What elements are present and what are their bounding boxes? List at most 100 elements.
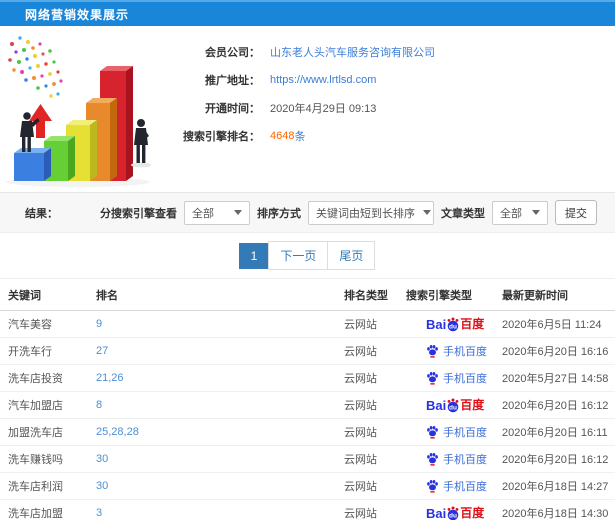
mobile-baidu-label: 手机百度 xyxy=(443,346,487,358)
filter-bar: 结果： 分搜索引擎查看 全部 排序方式 关键词由短到长排序 文章类型 全部 提交 xyxy=(0,192,615,233)
keyword-cell: 汽车加盟店 xyxy=(8,400,63,412)
col-rank-type: 排名类型 xyxy=(344,289,388,302)
rank-cell[interactable]: 25,28,28 xyxy=(96,426,344,438)
chevron-down-icon xyxy=(532,210,540,215)
page-1-button[interactable]: 1 xyxy=(238,242,270,269)
baidu-paw-icon: du xyxy=(447,398,459,412)
mobile-baidu-paw-icon xyxy=(427,345,438,358)
keyword-cell: 汽车美容 xyxy=(8,319,52,331)
article-type-select[interactable]: 全部 xyxy=(492,200,548,225)
bar-chart-growth-illustration xyxy=(0,26,182,190)
rank-type-cell: 云网站 xyxy=(344,373,377,385)
chevron-down-icon xyxy=(234,210,242,215)
update-time-cell: 2020年6月5日 11:24 xyxy=(502,319,602,331)
rank-cell[interactable]: 30 xyxy=(96,480,344,492)
engine-cell: 手机百度 xyxy=(406,424,502,440)
keyword-cell: 加盟洗车店 xyxy=(8,427,63,439)
rank-count-unit: 条 xyxy=(294,131,306,143)
keyword-cell: 洗车店投资 xyxy=(8,373,63,385)
mobile-baidu-paw-icon xyxy=(427,480,438,493)
update-time-cell: 2020年6月20日 16:12 xyxy=(502,400,609,412)
baidu-logo: Bai du 百度 xyxy=(426,506,484,520)
engine-cell: 手机百度 xyxy=(406,370,502,386)
mobile-baidu-logo: 手机百度 xyxy=(426,424,487,440)
svg-text:du: du xyxy=(449,512,457,519)
last-page-button[interactable]: 尾页 xyxy=(327,241,376,270)
article-type-value: 全部 xyxy=(500,207,522,220)
baidu-logo-cn: 百度 xyxy=(460,317,485,331)
sort-label: 排序方式 xyxy=(257,207,301,220)
info-row-url: 推广地址： https://www.lrtlsd.com xyxy=(182,66,435,94)
sort-select[interactable]: 关键词由短到长排序 xyxy=(308,200,434,225)
page-title: 网络营销效果展示 xyxy=(25,7,130,22)
company-name-link[interactable]: 山东老人头汽车服务咨询有限公司 xyxy=(270,44,435,60)
rank-cell[interactable]: 9 xyxy=(96,318,344,330)
rank-cell[interactable]: 21,26 xyxy=(96,372,344,384)
baidu-logo-bai: Bai xyxy=(426,316,447,332)
mobile-baidu-label: 手机百度 xyxy=(443,454,487,466)
rank-cell[interactable]: 3 xyxy=(96,507,344,519)
mobile-baidu-label: 手机百度 xyxy=(443,427,487,439)
mobile-baidu-paw-icon xyxy=(427,426,438,439)
col-engine-type: 搜索引擎类型 xyxy=(406,289,472,302)
col-updated: 最新更新时间 xyxy=(502,289,568,302)
update-time-cell: 2020年6月18日 14:30 xyxy=(502,508,609,520)
col-keyword: 关键词 xyxy=(8,289,41,302)
baidu-logo-bai: Bai xyxy=(426,505,447,520)
svg-text:du: du xyxy=(449,323,457,330)
baidu-logo: Bai du 百度 xyxy=(426,317,484,332)
rank-type-cell: 云网站 xyxy=(344,319,377,331)
rank-type-cell: 云网站 xyxy=(344,427,377,439)
svg-text:du: du xyxy=(449,404,457,411)
marketing-effect-page: 网络营销效果展示 会员公司： 山东老人头汽车服务咨询有限公司 推广地址： htt… xyxy=(0,0,615,520)
engine-cell: Bai du 百度 xyxy=(406,398,502,413)
rank-cell[interactable]: 30 xyxy=(96,453,344,465)
engine-cell: 手机百度 xyxy=(406,451,502,467)
company-info-list: 会员公司： 山东老人头汽车服务咨询有限公司 推广地址： https://www.… xyxy=(182,26,435,192)
rank-type-cell: 云网站 xyxy=(344,481,377,493)
rank-count-label: 搜索引擎排名： xyxy=(183,131,260,143)
mobile-baidu-logo: 手机百度 xyxy=(426,478,487,494)
mobile-baidu-paw-icon xyxy=(427,372,438,385)
engine-cell: 手机百度 xyxy=(406,343,502,359)
table-body: 汽车美容 9 云网站 Bai du 百度 2020年6月5日 11:24 开洗车… xyxy=(0,311,615,520)
table-row: 洗车店利润 30 云网站 手机百度 2020年6月18日 14:27 xyxy=(0,473,615,500)
mobile-baidu-logo: 手机百度 xyxy=(426,451,487,467)
mobile-baidu-logo: 手机百度 xyxy=(426,343,487,359)
baidu-paw-icon: du xyxy=(447,317,459,331)
open-time-label: 开通时间： xyxy=(205,103,260,115)
submit-button[interactable]: 提交 xyxy=(555,200,597,225)
keyword-rank-table: 关键词 排名 排名类型 搜索引擎类型 最新更新时间 汽车美容 9 云网站 Bai… xyxy=(0,278,615,520)
mobile-baidu-label: 手机百度 xyxy=(443,373,487,385)
baidu-logo: Bai du 百度 xyxy=(426,398,484,413)
page-header: 网络营销效果展示 xyxy=(0,0,615,26)
promo-url-link[interactable]: https://www.lrtlsd.com xyxy=(270,74,376,86)
update-time-cell: 2020年6月20日 16:16 xyxy=(502,346,609,358)
chevron-down-icon xyxy=(423,210,431,215)
info-row-company: 会员公司： 山东老人头汽车服务咨询有限公司 xyxy=(182,38,435,66)
keyword-cell: 洗车店利润 xyxy=(8,481,63,493)
next-page-button[interactable]: 下一页 xyxy=(268,241,329,270)
table-header-row: 关键词 排名 排名类型 搜索引擎类型 最新更新时间 xyxy=(0,279,615,311)
baidu-paw-icon: du xyxy=(447,506,459,520)
update-time-cell: 2020年6月20日 16:12 xyxy=(502,454,609,466)
keyword-cell: 开洗车行 xyxy=(8,346,52,358)
baidu-logo-cn: 百度 xyxy=(460,398,485,412)
engine-filter-select[interactable]: 全部 xyxy=(184,200,250,225)
open-time-value: 2020年4月29日 09:13 xyxy=(270,103,377,115)
table-row: 汽车加盟店 8 云网站 Bai du 百度 2020年6月20日 16:12 xyxy=(0,392,615,419)
table-row: 加盟洗车店 25,28,28 云网站 手机百度 2020年6月20日 16:11 xyxy=(0,419,615,446)
engine-cell: 手机百度 xyxy=(406,478,502,494)
col-rank: 排名 xyxy=(96,289,118,302)
engine-filter-value: 全部 xyxy=(192,207,214,220)
table-row: 洗车赚钱吗 30 云网站 手机百度 2020年6月20日 16:12 xyxy=(0,446,615,473)
result-label: 结果： xyxy=(25,207,58,220)
table-row: 洗车店投资 21,26 云网站 手机百度 2020年5月27日 14:58 xyxy=(0,365,615,392)
table-row: 汽车美容 9 云网站 Bai du 百度 2020年6月5日 11:24 xyxy=(0,311,615,338)
rank-cell[interactable]: 27 xyxy=(96,345,344,357)
company-info-section: 会员公司： 山东老人头汽车服务咨询有限公司 推广地址： https://www.… xyxy=(0,26,615,192)
rank-type-cell: 云网站 xyxy=(344,346,377,358)
rank-cell[interactable]: 8 xyxy=(96,399,344,411)
engine-cell: Bai du 百度 xyxy=(406,317,502,332)
baidu-logo-cn: 百度 xyxy=(460,506,485,520)
